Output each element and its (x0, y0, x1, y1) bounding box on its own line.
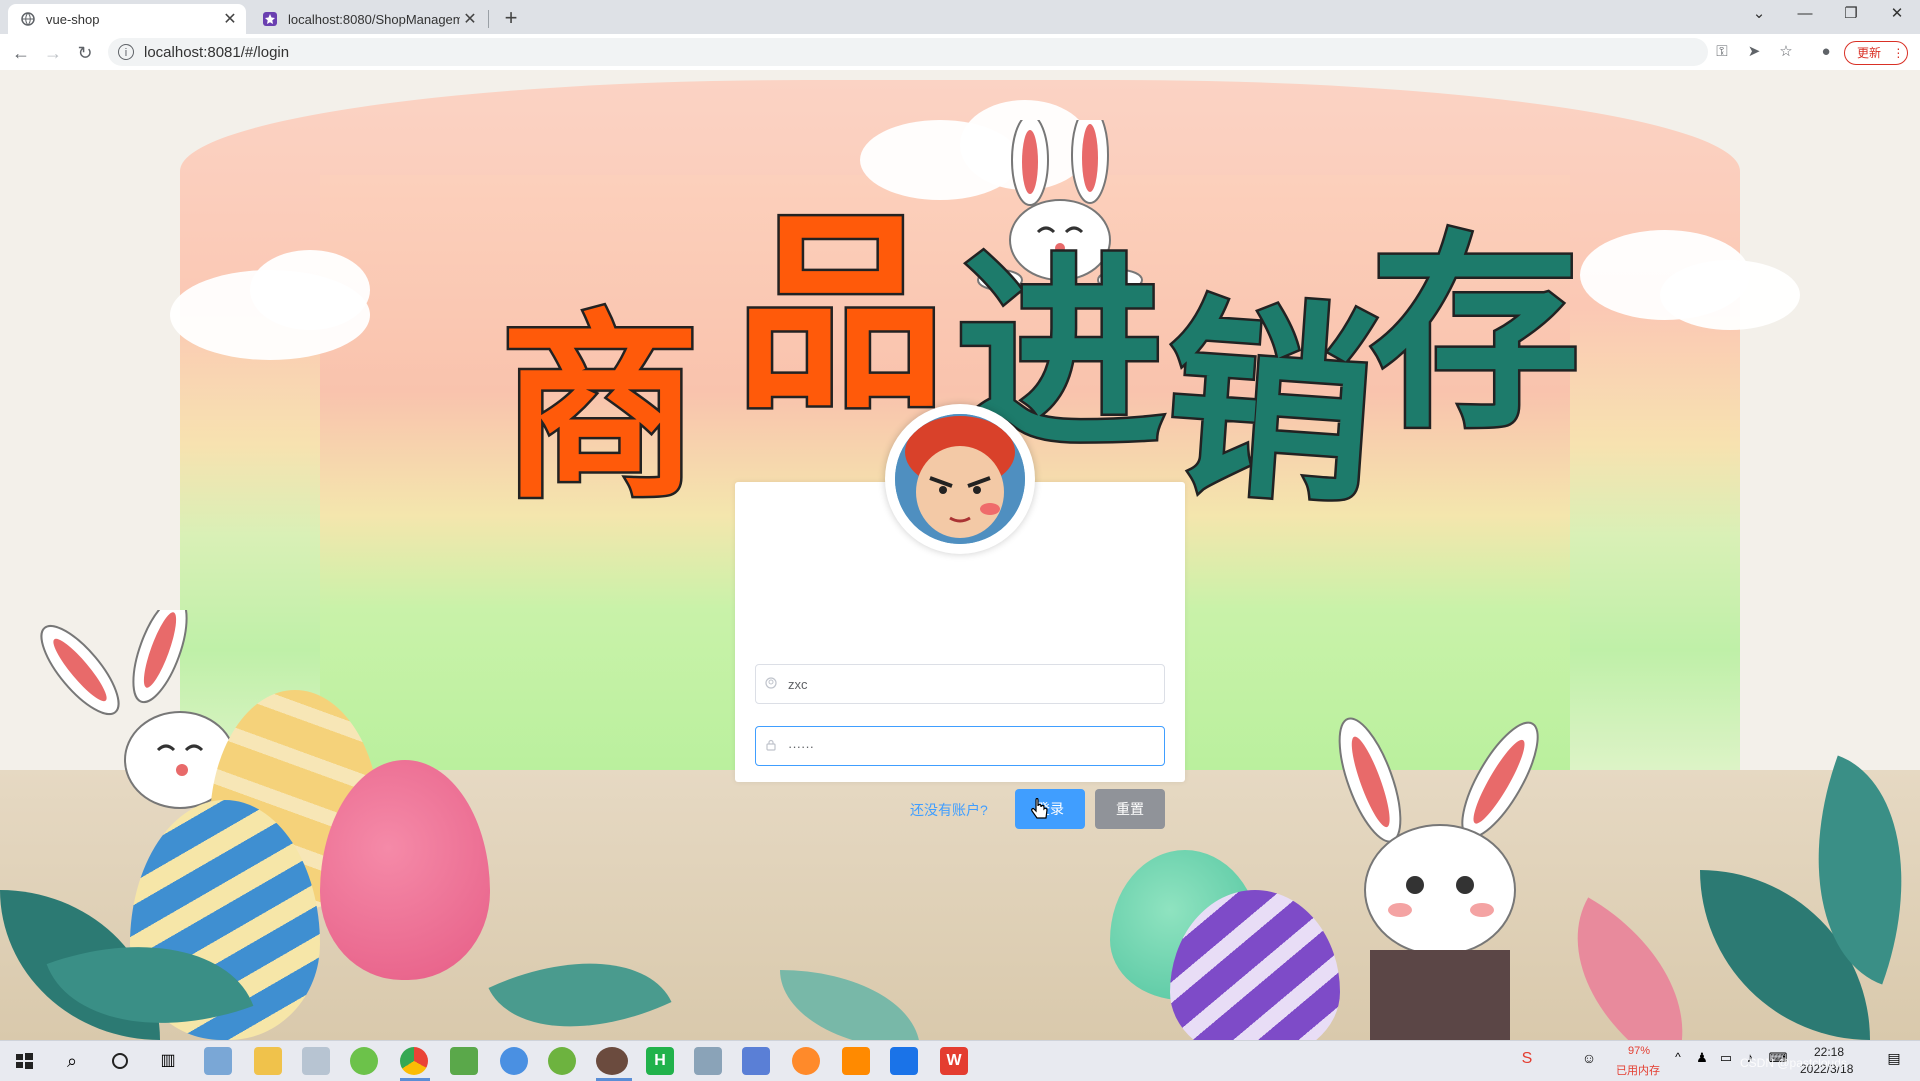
window-close-icon[interactable]: ✕ (1874, 0, 1920, 30)
file-explorer-icon[interactable] (254, 1047, 282, 1075)
tab-search-chevron-icon[interactable]: ⌄ (1736, 0, 1782, 30)
chevron-up-icon[interactable]: ^ (1670, 1050, 1686, 1072)
avatar (885, 404, 1035, 554)
title-char-cun: 存 (1367, 212, 1582, 457)
notification-icon[interactable]: ▤ (1882, 1050, 1906, 1072)
browser-toolbar: ← → ↻ i localhost:8081/#/login ⚿ ➤ ☆ ● 更… (0, 34, 1920, 71)
register-link[interactable]: 还没有账户? (910, 800, 988, 820)
app-icon-window[interactable] (694, 1047, 722, 1075)
app-icon-video[interactable] (890, 1047, 918, 1075)
close-icon[interactable]: ✕ (220, 9, 240, 29)
tab-title: vue-shop (46, 11, 100, 27)
cloud-decoration (250, 250, 370, 330)
send-icon[interactable]: ➤ (1744, 42, 1764, 62)
lock-icon (764, 739, 778, 753)
app-icon-image[interactable] (302, 1047, 330, 1075)
network-icon[interactable]: ▭ (1716, 1050, 1736, 1072)
hbuilder-icon[interactable]: H (646, 1047, 674, 1075)
search-icon[interactable]: ⌕ (58, 1047, 86, 1075)
more-vertical-icon: ⋮ (1892, 46, 1905, 60)
ime-icon[interactable]: S (1516, 1050, 1538, 1072)
people-icon[interactable]: ☺ (1578, 1050, 1600, 1072)
title-char-pin: 品 (732, 192, 947, 437)
close-icon[interactable]: ✕ (460, 9, 480, 29)
chrome-icon[interactable] (400, 1047, 428, 1075)
login-button[interactable]: 登录 (1015, 789, 1085, 829)
app-icon-eclipse[interactable] (596, 1047, 628, 1075)
windows-taskbar: ⌕ ▥ H W S ☺ 97% 已用内存 ^ ♟ ▭ ♪ ⌨ 22:18 202… (0, 1040, 1920, 1081)
reload-icon[interactable]: ↻ (72, 40, 98, 66)
qq-icon[interactable]: ♟ (1692, 1050, 1712, 1072)
new-tab-icon[interactable]: + (498, 5, 524, 31)
windows-start-icon[interactable] (10, 1047, 38, 1075)
memory-label: 已用内存 (1616, 1065, 1660, 1077)
browser-tab-bar: vue-shop ✕ localhost:8080/ShopManagem ✕ … (0, 0, 1920, 34)
app-icon-network[interactable] (500, 1047, 528, 1075)
restore-icon[interactable]: ❐ (1828, 0, 1874, 30)
avatar-image (895, 414, 1025, 544)
cortana-icon[interactable] (106, 1047, 134, 1075)
title-char-xiao: 销 (1154, 272, 1386, 536)
star-icon[interactable]: ☆ (1776, 42, 1796, 62)
url-bar[interactable]: i localhost:8081/#/login (108, 38, 1708, 66)
password-input[interactable] (788, 728, 1164, 764)
title-char-shang: 商 (497, 293, 702, 526)
app-icon-orange[interactable] (792, 1047, 820, 1075)
tab-title: localhost:8080/ShopManagem (288, 11, 460, 27)
app-icon-notepad[interactable] (204, 1047, 232, 1075)
app-favicon-icon (262, 11, 278, 27)
key-icon[interactable]: ⚿ (1712, 42, 1732, 62)
app-icon-spreadsheet[interactable] (450, 1047, 478, 1075)
memory-percent: 97% (1628, 1045, 1651, 1057)
back-arrow-icon[interactable]: ← (8, 40, 34, 66)
reset-button[interactable]: 重置 (1095, 789, 1165, 829)
csdn-watermark: CSDN @pastclouds (1740, 1056, 1847, 1070)
profile-icon[interactable]: ● (1816, 42, 1836, 62)
minimize-icon[interactable]: — (1782, 0, 1828, 30)
forward-arrow-icon[interactable]: → (40, 40, 66, 66)
username-field[interactable] (755, 664, 1165, 704)
update-label: 更新 (1857, 46, 1882, 60)
bunny-right-illustration (1338, 717, 1539, 1040)
app-icon-spring[interactable] (548, 1047, 576, 1075)
tab-vue-shop[interactable]: vue-shop ✕ (8, 4, 246, 34)
wps-icon[interactable]: W (940, 1047, 968, 1075)
update-button[interactable]: 更新 ⋮ (1844, 41, 1908, 65)
cloud-decoration (1660, 260, 1800, 330)
app-icon-green[interactable] (350, 1047, 378, 1075)
task-view-icon[interactable]: ▥ (154, 1047, 182, 1075)
password-field[interactable] (755, 726, 1165, 766)
info-icon[interactable]: i (118, 44, 134, 60)
tab-separator (488, 10, 489, 28)
user-icon (764, 677, 778, 691)
app-icon-search-tool[interactable] (842, 1047, 870, 1075)
app-icon-mountain[interactable] (742, 1047, 770, 1075)
username-input[interactable] (788, 666, 1164, 702)
url-text: localhost:8081/#/login (144, 43, 290, 61)
globe-icon (20, 11, 36, 27)
tab-shop-management[interactable]: localhost:8080/ShopManagem ✕ (250, 4, 486, 34)
